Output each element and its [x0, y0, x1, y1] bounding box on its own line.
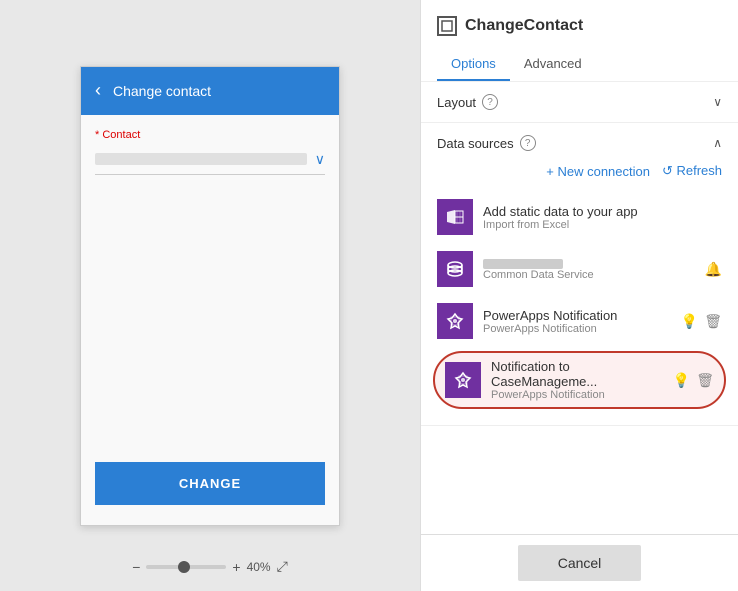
casemanagement-bulb-icon[interactable]: 💡 — [673, 372, 690, 389]
casemanagement-delete-icon[interactable]: 🗑 — [696, 372, 714, 389]
left-panel: ‹ Change contact * Contact ∨ CHANGE − + … — [0, 0, 420, 591]
notification1-delete-icon[interactable]: 🗑 — [704, 313, 722, 330]
notification1-actions: 💡 🗑 — [681, 313, 722, 330]
notification1-subtitle: PowerApps Notification — [483, 323, 671, 335]
cds-info-icon[interactable]: 🔔 — [705, 261, 722, 278]
layout-section-header[interactable]: Layout ? ∨ — [421, 82, 738, 122]
data-sources-help-icon[interactable]: ? — [520, 135, 536, 151]
data-sources-header[interactable]: Data sources ? ∧ — [421, 123, 738, 163]
mobile-header: ‹ Change contact — [81, 67, 339, 115]
data-sources-header-left: Data sources ? — [437, 135, 536, 151]
excel-name: Add static data to your app — [483, 204, 722, 219]
data-source-excel[interactable]: Add static data to your app Import from … — [437, 191, 722, 243]
contact-field-label: * Contact — [95, 129, 325, 141]
data-sources-body: + New connection ↺ Refresh — [421, 163, 738, 425]
casemanagement-name: Notification to CaseManageme... — [491, 359, 663, 389]
cds-info: Common Data Service — [483, 257, 695, 281]
right-panel: ChangeContact Options Advanced Layout ? … — [420, 0, 738, 591]
tab-options[interactable]: Options — [437, 48, 510, 81]
zoom-bar: − + 40% ⤢ — [0, 558, 420, 575]
layout-help-icon[interactable]: ? — [482, 94, 498, 110]
casemanagement-info: Notification to CaseManageme... PowerApp… — [491, 359, 663, 401]
change-button[interactable]: CHANGE — [95, 462, 325, 505]
notification1-info: PowerApps Notification PowerApps Notific… — [483, 308, 671, 335]
cds-actions: 🔔 — [705, 261, 722, 278]
layout-section: Layout ? ∨ — [421, 82, 738, 123]
notification1-icon — [437, 303, 473, 339]
mobile-body: * Contact ∨ — [81, 115, 339, 448]
layout-label: Layout — [437, 95, 476, 110]
excel-subtitle: Import from Excel — [483, 219, 722, 231]
tab-advanced[interactable]: Advanced — [510, 48, 596, 81]
contact-value-blur — [95, 153, 307, 165]
data-source-notification1[interactable]: PowerApps Notification PowerApps Notific… — [437, 295, 722, 347]
cds-name-blur — [483, 259, 563, 269]
tabs-row: Options Advanced — [437, 48, 722, 81]
right-header: ChangeContact Options Advanced — [421, 0, 738, 82]
right-content: Layout ? ∨ Data sources ? ∧ + New connec… — [421, 82, 738, 534]
excel-icon — [437, 199, 473, 235]
data-source-cds[interactable]: Common Data Service 🔔 — [437, 243, 722, 295]
cds-subtitle: Common Data Service — [483, 269, 695, 281]
mobile-frame: ‹ Change contact * Contact ∨ CHANGE — [80, 66, 340, 526]
casemanagement-actions: 💡 🗑 — [673, 372, 714, 389]
zoom-out-button[interactable]: − — [132, 559, 140, 575]
layout-chevron-icon: ∨ — [713, 95, 722, 109]
right-footer: Cancel — [421, 534, 738, 591]
cds-icon — [437, 251, 473, 287]
zoom-in-button[interactable]: + — [232, 559, 240, 575]
casemanagement-subtitle: PowerApps Notification — [491, 389, 663, 401]
new-connection-button[interactable]: + New connection — [546, 164, 650, 179]
excel-info: Add static data to your app Import from … — [483, 204, 722, 231]
mobile-title: Change contact — [113, 83, 211, 99]
zoom-slider[interactable] — [146, 565, 226, 569]
mobile-footer: CHANGE — [81, 448, 339, 525]
zoom-percent-label: 40% — [247, 560, 271, 574]
zoom-thumb[interactable] — [178, 561, 190, 573]
cancel-button[interactable]: Cancel — [518, 545, 642, 581]
back-button[interactable]: ‹ — [95, 80, 101, 101]
dropdown-arrow-icon[interactable]: ∨ — [315, 151, 325, 168]
notification1-name: PowerApps Notification — [483, 308, 671, 323]
data-source-casemanagement[interactable]: Notification to CaseManageme... PowerApp… — [433, 351, 726, 409]
notification1-bulb-icon[interactable]: 💡 — [681, 313, 698, 330]
component-icon — [437, 16, 457, 36]
component-title-row: ChangeContact — [437, 16, 722, 36]
casemanagement-icon — [445, 362, 481, 398]
layout-header-left: Layout ? — [437, 94, 498, 110]
expand-icon[interactable]: ⤢ — [277, 558, 288, 575]
refresh-button[interactable]: ↺ Refresh — [662, 163, 722, 179]
data-sources-chevron-icon: ∧ — [713, 136, 722, 150]
component-title: ChangeContact — [465, 17, 583, 35]
new-connection-row: + New connection ↺ Refresh — [437, 163, 722, 179]
data-sources-section: Data sources ? ∧ + New connection ↺ Refr… — [421, 123, 738, 426]
data-sources-label: Data sources — [437, 136, 514, 151]
contact-input[interactable]: ∨ — [95, 145, 325, 175]
